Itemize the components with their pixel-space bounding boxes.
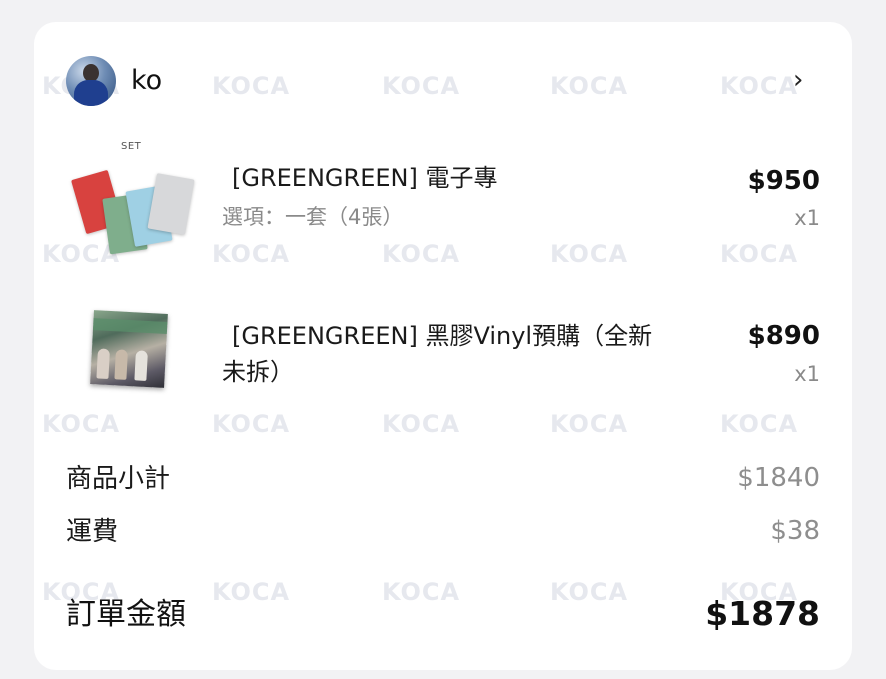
product-image[interactable]: [71, 160, 195, 255]
order-total-value: $1878: [705, 594, 820, 633]
shipping-value: $38: [770, 516, 820, 546]
subtotal-label: 商品小計: [66, 464, 171, 494]
shipping-label: 運費: [66, 517, 119, 547]
item-price: $950: [747, 166, 820, 196]
item-quantity: x1: [794, 362, 820, 386]
chevron-right-icon[interactable]: ›: [793, 64, 803, 96]
shop-name[interactable]: ko: [131, 64, 162, 98]
order-total-label: 訂單金額: [66, 597, 186, 632]
subtotal-value: $1840: [737, 463, 820, 493]
shop-avatar[interactable]: [66, 56, 116, 106]
set-badge: SET: [121, 141, 142, 152]
item-option: 選項：一套（4張）: [222, 205, 404, 229]
item-price: $890: [747, 321, 820, 351]
item-quantity: x1: [794, 206, 820, 230]
product-image[interactable]: [90, 310, 168, 388]
item-title[interactable]: [GREENGREEN] 黑膠Vinyl預購（全新: [232, 320, 652, 352]
item-title-continued[interactable]: 未拆）: [222, 356, 294, 388]
item-title[interactable]: [GREENGREEN] 電子專: [232, 162, 497, 194]
